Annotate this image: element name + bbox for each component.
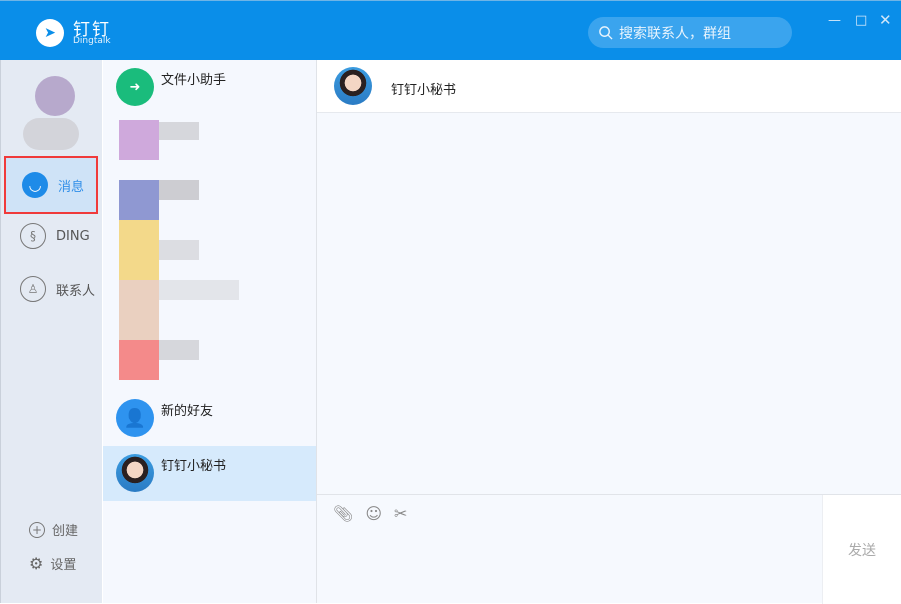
conversation-name: 新的好友 (161, 404, 214, 419)
secretary-avatar (116, 454, 154, 492)
my-avatar[interactable] (23, 76, 79, 152)
create-button[interactable]: + 创建 (29, 520, 78, 539)
conversation-name: 钉钉小秘书 (161, 459, 227, 474)
nav-label: 联系人 (56, 283, 96, 299)
secretary-avatar[interactable] (334, 67, 372, 105)
message-area (317, 114, 901, 494)
dingtalk-logo-icon: ➤ (36, 19, 64, 47)
smile-chat-icon: ◡ (22, 172, 48, 198)
conversation-item[interactable]: 👤 新的好友 (103, 391, 316, 446)
nav-item-ding[interactable]: § DING (4, 208, 98, 264)
conversation-item-selected[interactable]: 钉钉小秘书 (103, 446, 316, 501)
create-label: 创建 (52, 524, 79, 539)
scissors-icon[interactable]: ✂ (394, 504, 407, 523)
redacted-name (159, 240, 199, 260)
redacted-name (159, 340, 199, 360)
nav-label: 消息 (58, 179, 85, 195)
conversation-name: 文件小助手 (161, 73, 227, 88)
chat-panel: 钉钉小秘书 📎︎ ☺ ✂ 发送 (317, 60, 901, 604)
gear-icon: ⚙ (29, 554, 44, 573)
settings-button[interactable]: ⚙ 设置 (29, 554, 76, 573)
settings-label: 设置 (50, 558, 77, 573)
search-icon (599, 26, 613, 40)
contact-icon: ♙ (20, 276, 46, 302)
redacted-avatar (119, 220, 159, 280)
message-input[interactable]: 📎︎ ☺ ✂ 发送 (317, 494, 901, 604)
search-input[interactable]: 搜索联系人，群组 (588, 17, 792, 48)
paperclip-icon[interactable]: 📎︎ (333, 504, 353, 523)
redacted-avatar (119, 280, 159, 340)
nav-item-messages[interactable]: ◡ 消息 (4, 156, 98, 214)
close-button[interactable]: ✕ (879, 11, 892, 29)
redacted-avatar (119, 180, 159, 220)
redacted-avatar (119, 340, 159, 380)
redacted-avatar (119, 120, 159, 160)
minimize-button[interactable]: — (828, 13, 841, 28)
plus-circle-icon: + (29, 521, 45, 538)
ding-icon: § (20, 223, 46, 249)
maximize-button[interactable]: □ (855, 13, 867, 28)
send-button[interactable]: 发送 (822, 495, 901, 604)
add-user-icon: 👤 (116, 399, 154, 437)
redacted-name (159, 180, 199, 200)
chat-header: 钉钉小秘书 (317, 60, 901, 113)
emoji-icon[interactable]: ☺ (365, 504, 382, 523)
search-placeholder: 搜索联系人，群组 (619, 25, 731, 42)
nav-item-contacts[interactable]: ♙ 联系人 (4, 261, 98, 317)
brand-subtitle: Dingtalk (73, 36, 111, 46)
redacted-name (159, 122, 199, 140)
title-bar: ➤ 钉钉 Dingtalk 搜索联系人，群组 — □ ✕ (0, 0, 901, 60)
chat-title: 钉钉小秘书 (391, 83, 457, 98)
nav-label: DING (56, 228, 90, 244)
side-nav: ◡ 消息 § DING ♙ 联系人 + 创建 ⚙ 设置 (0, 60, 102, 603)
folder-transfer-icon: ➜ (116, 68, 154, 106)
conversation-list: ➜ 文件小助手 👤 新的好友 钉钉小秘书 (103, 60, 317, 603)
redacted-name (159, 280, 239, 300)
conversation-item[interactable]: ➜ 文件小助手 (103, 60, 316, 115)
